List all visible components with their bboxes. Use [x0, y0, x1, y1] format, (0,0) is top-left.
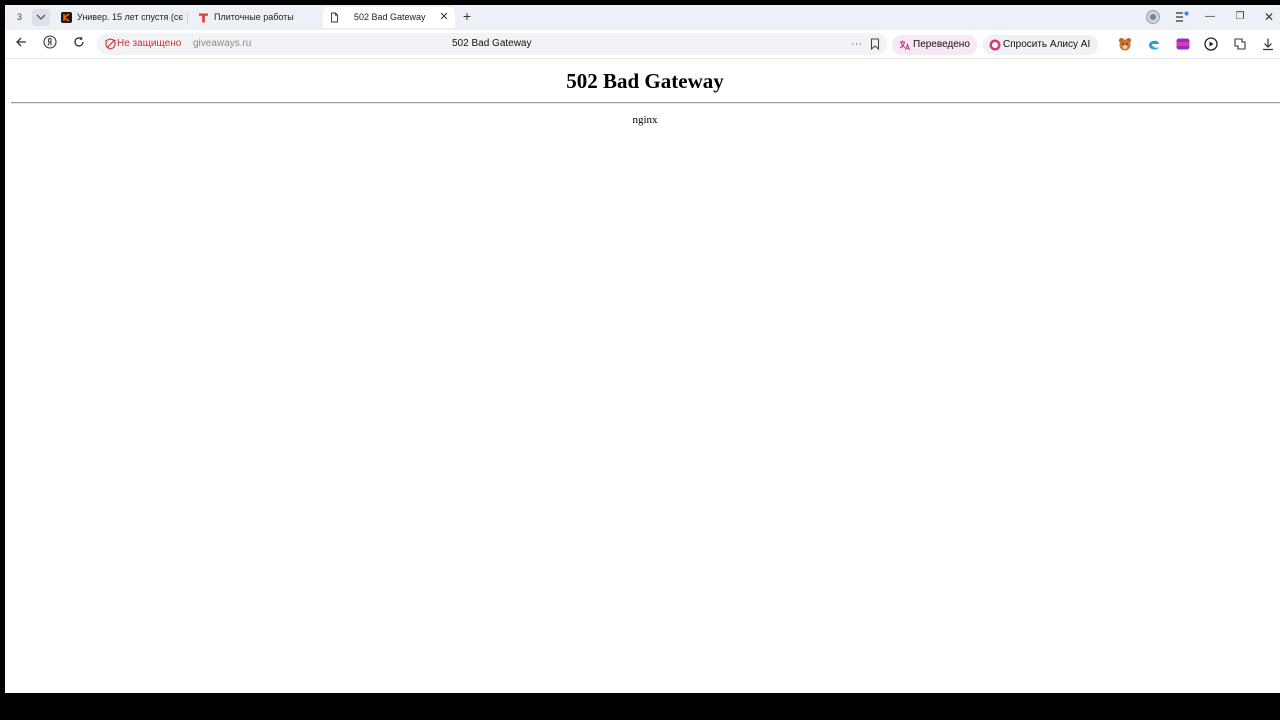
collections-icon[interactable] [1233, 37, 1247, 51]
not-secure-shield-icon [105, 38, 116, 50]
bear-extension-icon[interactable] [1118, 37, 1132, 51]
arrow-left-icon [16, 37, 26, 47]
alice-label: Спросить Алису AI [1003, 39, 1091, 50]
brand-t-icon [199, 13, 208, 23]
chevron-down-icon [36, 14, 46, 20]
edge-extension-icon[interactable] [1147, 37, 1161, 51]
divider [11, 102, 1280, 104]
tab-bar: 3 Универ. 15 лет спустя (сє Плиточные ра… [5, 5, 1280, 30]
url-page-title: 502 Bad Gateway [452, 38, 532, 49]
close-window-icon[interactable]: ✕ [1261, 8, 1277, 26]
browser-window: 3 Универ. 15 лет спустя (сє Плиточные ра… [5, 5, 1280, 693]
tab-title: Плиточные работы [214, 12, 294, 22]
url-host[interactable]: giveaways.ru [193, 33, 251, 55]
yandex-home-button[interactable] [40, 35, 60, 53]
tab-title: Универ. 15 лет спустя (сє [77, 12, 183, 22]
tab-count-badge[interactable]: 3 [11, 10, 28, 25]
page-content: 502 Bad Gateway nginx [5, 59, 1280, 693]
tab-active-502[interactable]: 502 Bad Gateway ✕ [323, 7, 455, 28]
restore-icon[interactable]: ❐ [1232, 8, 1248, 26]
translate-icon [899, 40, 910, 51]
page-icon [331, 12, 338, 23]
new-tab-button[interactable]: + [460, 8, 474, 25]
error-heading: 502 Bad Gateway [566, 69, 724, 93]
purple-extension-icon[interactable] [1176, 37, 1190, 51]
bookmark-icon[interactable] [870, 38, 880, 50]
close-tab-icon[interactable]: ✕ [439, 7, 449, 28]
more-dots-icon[interactable]: ··· [851, 33, 862, 55]
ask-alice-button[interactable]: Спросить Алису AI [983, 35, 1098, 55]
reload-icon [74, 36, 84, 47]
minimize-icon[interactable]: — [1202, 8, 1218, 26]
navigation-bar: Не защищено giveaways.ru 502 Bad Gateway… [5, 30, 1280, 59]
tab-title: 502 Bad Gateway [354, 12, 426, 22]
tab-panel-icon[interactable] [1174, 8, 1190, 26]
reload-button[interactable] [69, 35, 89, 53]
translated-label: Переведено [913, 39, 970, 50]
security-status-text[interactable]: Не защищено [117, 33, 181, 55]
back-button[interactable] [11, 35, 31, 53]
video-player-icon[interactable] [1204, 37, 1218, 51]
download-icon[interactable] [1261, 37, 1275, 51]
profile-avatar[interactable] [1145, 8, 1161, 26]
translated-button[interactable]: Переведено [892, 35, 977, 55]
alice-icon [989, 39, 1001, 51]
address-bar[interactable]: Не защищено giveaways.ru 502 Bad Gateway… [97, 33, 887, 55]
tab-list-button[interactable] [32, 9, 50, 26]
server-name: nginx [632, 114, 658, 126]
list-icon [1176, 11, 1189, 22]
tab-univer[interactable]: Универ. 15 лет спустя (сє [55, 7, 185, 28]
avatar-icon [1146, 10, 1160, 24]
kinopoisk-icon [61, 12, 72, 23]
tab-tiling[interactable]: Плиточные работы [192, 7, 322, 28]
yandex-logo-icon [43, 35, 57, 49]
tab-separator [187, 13, 188, 23]
